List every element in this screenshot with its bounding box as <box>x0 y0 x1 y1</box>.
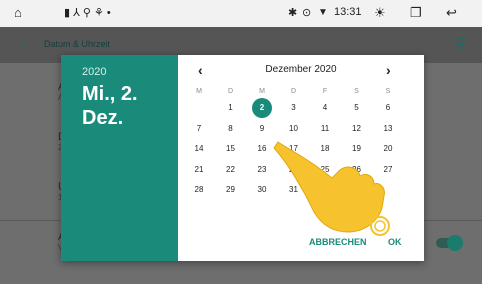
next-month-icon[interactable]: › <box>386 62 391 78</box>
calendar-day[interactable]: 29 <box>221 180 241 200</box>
calendar-day[interactable]: 27 <box>378 160 398 180</box>
back-arrow-icon[interactable]: ← <box>18 35 34 53</box>
recent-apps-icon[interactable]: ❐ <box>410 5 422 21</box>
calendar-day[interactable]: 16 <box>252 139 272 159</box>
status-bar: ⌂ ▮ ⅄ ⚲ ⚘ • ✱ ⊙ ▼ 13:31 ☀ ❐ ↩ <box>0 0 482 27</box>
calendar-day[interactable]: 5 <box>347 98 367 118</box>
calendar-day[interactable]: 10 <box>284 119 304 139</box>
date-header: 2020 Mi., 2. Dez. <box>61 55 178 261</box>
calendar-day[interactable]: 19 <box>347 139 367 159</box>
calendar-day[interactable]: 30 <box>252 180 272 200</box>
cancel-button[interactable]: ABBRECHEN <box>309 237 367 247</box>
calendar-day[interactable]: 20 <box>378 139 398 159</box>
header-year[interactable]: 2020 <box>82 66 106 78</box>
calendar-day[interactable]: 1 <box>221 98 241 118</box>
calendar-day[interactable]: 24 <box>284 160 304 180</box>
status-time: 13:31 <box>334 6 362 18</box>
calendar-day[interactable]: 15 <box>221 139 241 159</box>
calendar-day[interactable]: 31 <box>284 180 304 200</box>
back-icon[interactable]: ↩ <box>446 5 457 21</box>
bluetooth-icon: ✱ <box>288 7 298 19</box>
selected-day[interactable]: 2 <box>252 98 272 118</box>
calendar-day[interactable]: 18 <box>315 139 335 159</box>
calendar-day[interactable]: 7 <box>189 119 209 139</box>
calendar-day[interactable]: 23 <box>252 160 272 180</box>
calendar-day[interactable]: 8 <box>221 119 241 139</box>
calendar-day[interactable]: 17 <box>284 139 304 159</box>
calendar-day[interactable]: 22 <box>221 160 241 180</box>
search-icon[interactable]: ⚲ <box>455 34 466 52</box>
calendar-day[interactable]: 13 <box>378 119 398 139</box>
calendar-day[interactable]: 3 <box>284 98 304 118</box>
home-icon[interactable]: ⌂ <box>14 5 22 21</box>
wifi-icon: ▼ <box>318 7 328 18</box>
calendar-day[interactable]: 11 <box>315 119 335 139</box>
page-title: Datum & Uhrzeit <box>44 39 111 49</box>
calendar-day[interactable]: 26 <box>347 160 367 180</box>
setting-toggle[interactable] <box>436 235 463 251</box>
calendar-day[interactable]: 14 <box>189 139 209 159</box>
calendar-day[interactable]: 25 <box>315 160 335 180</box>
brightness-icon[interactable]: ☀ <box>374 5 386 21</box>
month-navigation: ‹ Dezember 2020 › <box>178 62 424 80</box>
weekday-header: M <box>196 88 202 95</box>
calendar-day[interactable]: 12 <box>347 119 367 139</box>
calendar: ‹ Dezember 2020 › M D M D F S S 1 2 3 4 5 6 7 8 9 10 11 12… <box>178 55 424 261</box>
notification-icons: ▮ ⅄ ⚲ ⚘ • <box>64 7 111 19</box>
calendar-day[interactable]: 28 <box>189 180 209 200</box>
header-date: Mi., 2. Dez. <box>82 83 138 129</box>
calendar-day[interactable]: 6 <box>378 98 398 118</box>
date-picker-dialog: 2020 Mi., 2. Dez. ‹ Dezember 2020 › MDMD… <box>61 55 424 261</box>
ok-button[interactable]: OK <box>388 237 402 247</box>
calendar-day[interactable]: 4 <box>315 98 335 118</box>
location-icon: ⊙ <box>302 7 312 19</box>
calendar-day[interactable]: 9 <box>252 119 272 139</box>
calendar-day[interactable]: 21 <box>189 160 209 180</box>
